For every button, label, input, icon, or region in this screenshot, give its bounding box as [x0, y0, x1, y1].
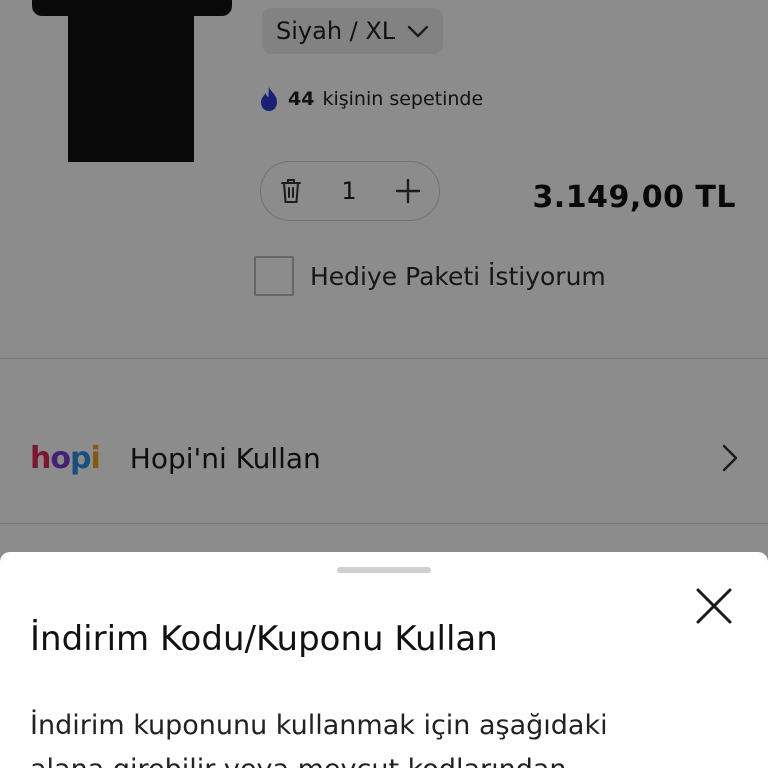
drag-handle[interactable]	[337, 567, 431, 573]
sheet-description: İndirim kuponunu kullanmak için aşağıdak…	[30, 710, 608, 768]
close-icon	[694, 586, 734, 626]
sheet-title: İndirim Kodu/Kuponu Kullan	[30, 619, 498, 659]
close-button[interactable]	[694, 586, 734, 626]
